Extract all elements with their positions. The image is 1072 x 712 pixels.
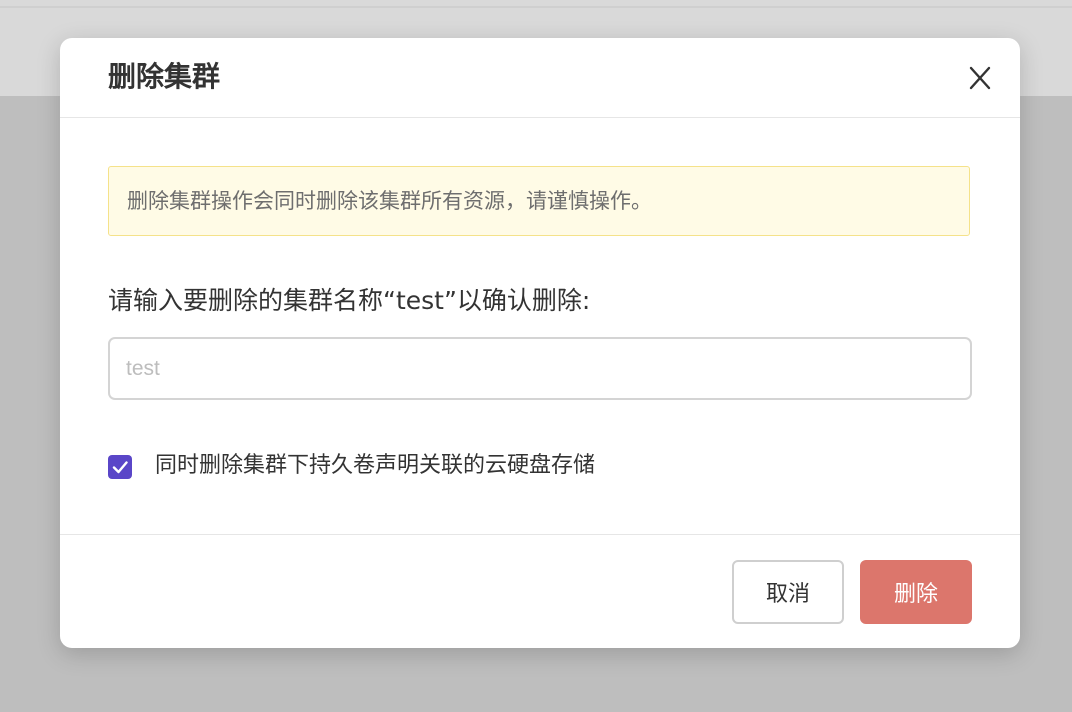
background-divider [0, 6, 1072, 8]
dialog-header: 删除集群 [60, 38, 1020, 118]
dialog-footer: 取消 删除 [60, 534, 1020, 648]
close-button[interactable] [964, 62, 996, 94]
delete-cluster-dialog: 删除集群 删除集群操作会同时删除该集群所有资源，请谨慎操作。 请输入要删除的集群… [60, 38, 1020, 648]
delete-button[interactable]: 删除 [860, 560, 972, 624]
warning-alert: 删除集群操作会同时删除该集群所有资源，请谨慎操作。 [108, 166, 970, 236]
dialog-title: 删除集群 [108, 60, 221, 93]
cluster-name-input[interactable] [108, 337, 972, 400]
delete-storage-label[interactable]: 同时删除集群下持久卷声明关联的云硬盘存储 [155, 451, 595, 481]
delete-storage-checkbox[interactable] [108, 455, 132, 479]
checkmark-icon [112, 461, 128, 474]
warning-message: 删除集群操作会同时删除该集群所有资源，请谨慎操作。 [127, 189, 652, 213]
cancel-button[interactable]: 取消 [732, 560, 844, 624]
confirm-name-label: 请输入要删除的集群名称“test”以确认删除: [108, 286, 591, 315]
close-icon [969, 66, 991, 90]
